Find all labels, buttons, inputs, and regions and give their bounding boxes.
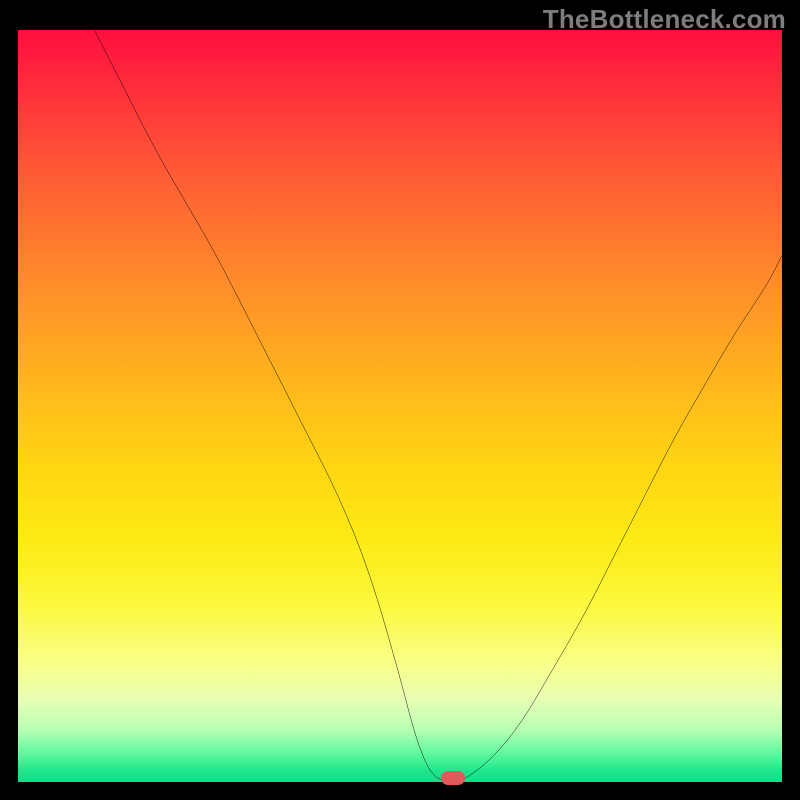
- chart-container: TheBottleneck.com: [0, 0, 800, 800]
- watermark-text: TheBottleneck.com: [543, 4, 786, 35]
- main-curve-path: [94, 30, 782, 782]
- curve-svg: [18, 30, 782, 782]
- min-marker: [441, 771, 465, 785]
- plot-area: [18, 30, 782, 782]
